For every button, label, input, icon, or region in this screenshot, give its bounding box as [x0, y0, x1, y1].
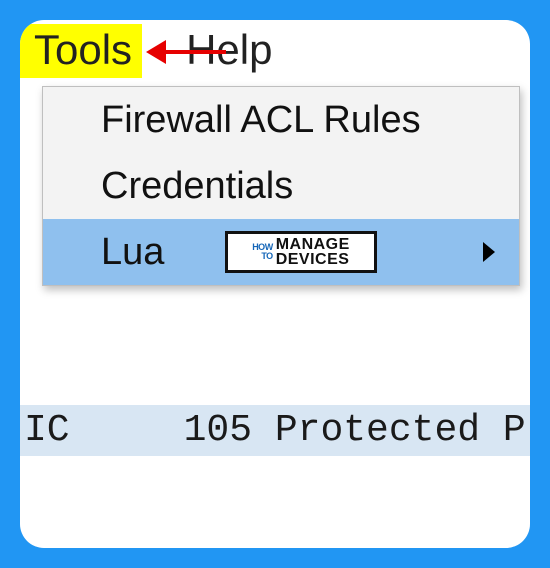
dropdown-item-label: Lua	[101, 231, 164, 274]
packet-list: IC 105 Protected P IC 105 Protected P IC…	[20, 302, 530, 548]
watermark-text: TO	[252, 252, 273, 261]
dropdown-item-lua[interactable]: Lua HOW TO MANAGE DEVICES	[43, 219, 519, 285]
dropdown-item-credentials[interactable]: Credentials	[43, 153, 519, 219]
submenu-arrow-icon	[483, 242, 495, 262]
dropdown-item-firewall-acl-rules[interactable]: Firewall ACL Rules	[43, 87, 519, 153]
app-window: Tools Help Firewall ACL Rules Credential…	[20, 20, 530, 548]
packet-row[interactable]: IC 105 Protected P	[20, 405, 530, 456]
watermark-text: DEVICES	[276, 252, 350, 267]
menu-tools[interactable]: Tools	[20, 24, 142, 78]
watermark-logo: HOW TO MANAGE DEVICES	[225, 231, 377, 273]
tools-dropdown: Firewall ACL Rules Credentials Lua HOW T…	[42, 86, 520, 286]
dropdown-item-label: Credentials	[101, 165, 293, 208]
watermark-text: MANAGE	[276, 237, 350, 252]
menu-help[interactable]: Help	[142, 24, 282, 78]
dropdown-item-label: Firewall ACL Rules	[101, 99, 421, 142]
menubar: Tools Help	[20, 20, 530, 80]
